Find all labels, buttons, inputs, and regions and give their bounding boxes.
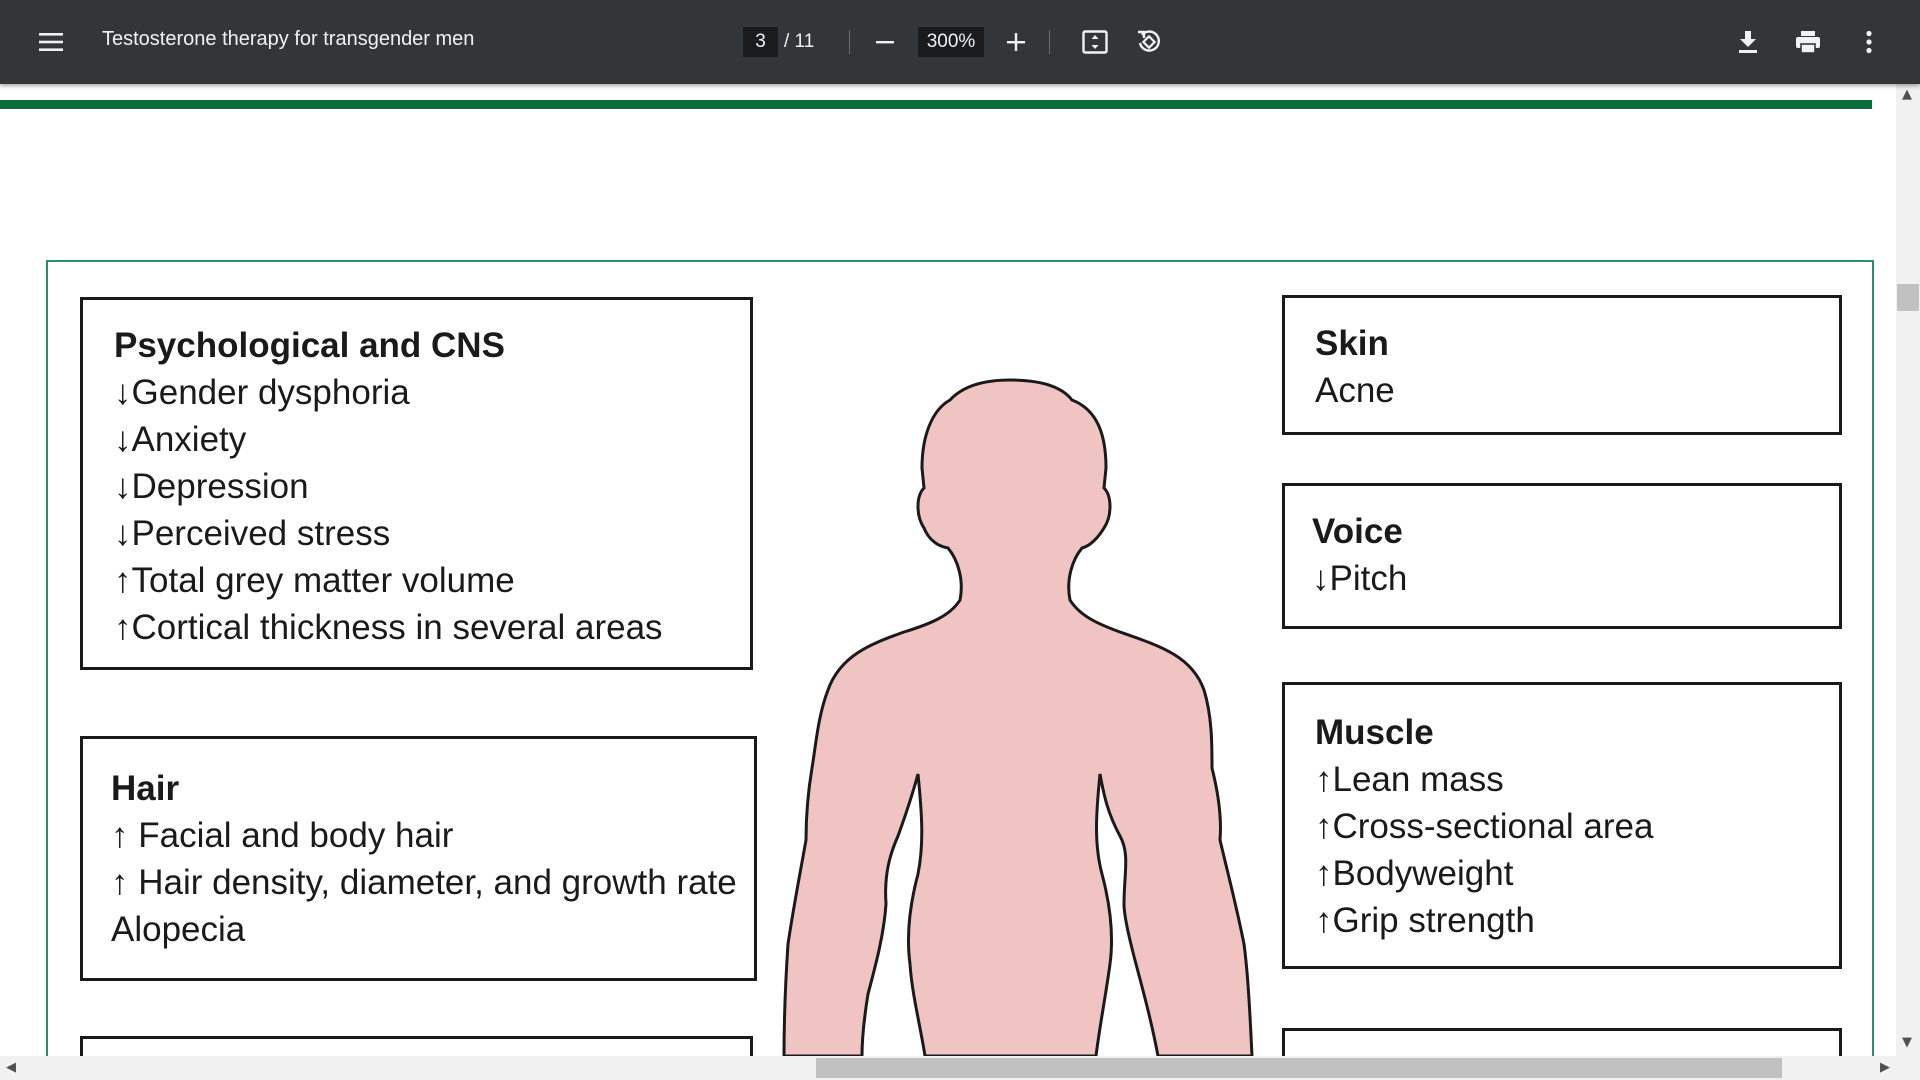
fit-page-button[interactable] (1078, 26, 1112, 58)
zoom-in-button[interactable] (999, 26, 1033, 58)
hamburger-menu-icon[interactable] (34, 26, 68, 58)
scroll-down-arrow-icon[interactable]: ▼ (1902, 1036, 1912, 1050)
scroll-right-arrow-icon[interactable]: ▶ (1880, 1061, 1890, 1075)
document-title: Testosterone therapy for transgender men (102, 28, 475, 50)
zoom-level-input[interactable]: 300% (918, 27, 984, 57)
download-button[interactable] (1731, 26, 1765, 58)
zoom-out-button[interactable] (868, 26, 902, 58)
scroll-up-arrow-icon[interactable]: ▲ (1902, 88, 1912, 102)
fit-page-icon (1082, 30, 1108, 54)
vertical-scrollbar[interactable] (1896, 84, 1920, 1056)
pdf-page-viewport[interactable]: Psychological and CNS ↓Gender dysphoria … (0, 84, 1896, 1056)
vertical-scroll-thumb[interactable] (1897, 284, 1919, 311)
minus-icon (876, 41, 894, 44)
body-silhouette-fill (782, 378, 1254, 1056)
scroll-left-arrow-icon[interactable]: ◀ (6, 1061, 16, 1075)
rotate-icon (1138, 30, 1160, 52)
toolbar-divider (1049, 30, 1050, 54)
more-vert-icon (1866, 30, 1872, 54)
page-total: / 11 (784, 31, 815, 52)
print-button[interactable] (1791, 26, 1825, 58)
download-icon (1739, 31, 1757, 53)
horizontal-scroll-thumb[interactable] (816, 1058, 1782, 1078)
rotate-button[interactable] (1132, 26, 1166, 58)
more-options-button[interactable] (1852, 26, 1886, 58)
current-page-input[interactable]: 3 (743, 27, 778, 57)
toolbar-divider (849, 30, 850, 54)
plus-icon (1007, 33, 1025, 51)
print-icon (1796, 31, 1820, 54)
pdf-toolbar: Testosterone therapy for transgender men… (0, 0, 1920, 84)
